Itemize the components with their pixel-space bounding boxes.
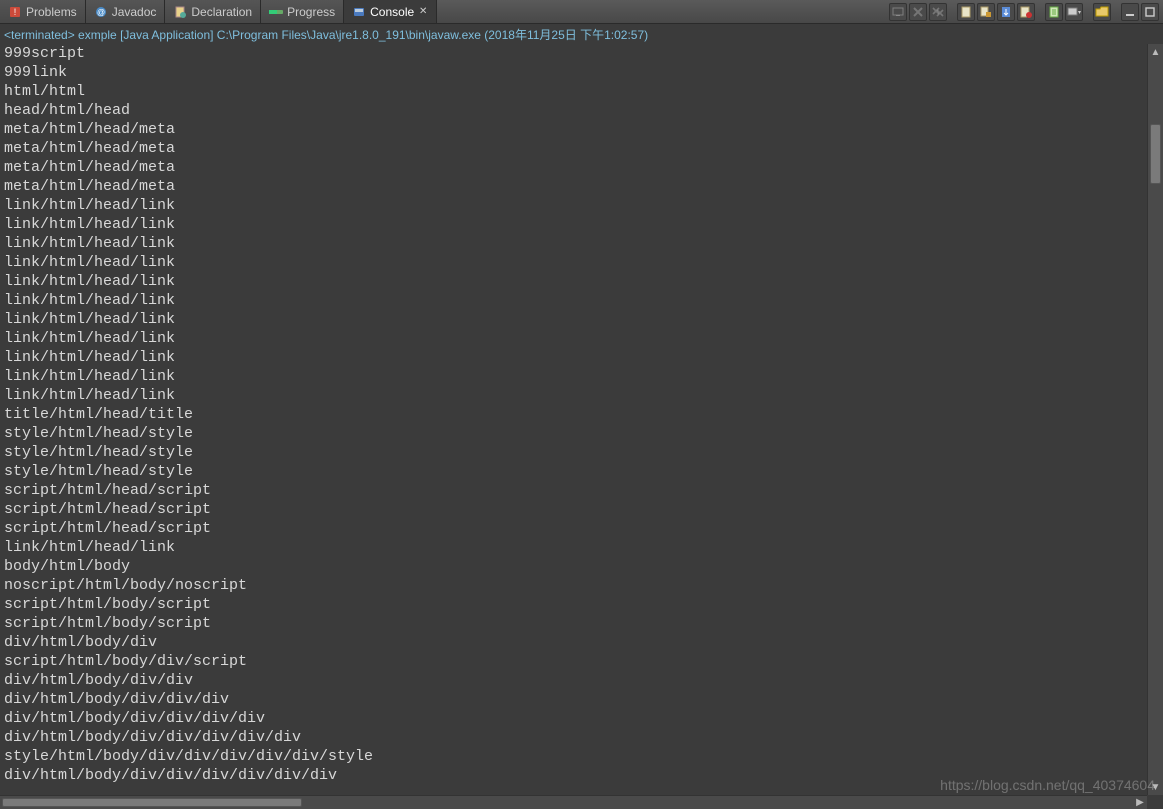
watermark-text: https://blog.csdn.net/qq_40374604	[940, 777, 1155, 793]
folder-icon[interactable]	[1093, 3, 1111, 21]
close-icon[interactable]: ✕	[418, 7, 428, 17]
tab-label: Javadoc	[112, 5, 157, 19]
doc-icon[interactable]	[957, 3, 975, 21]
display-dropdown-icon[interactable]	[1065, 3, 1083, 21]
doc-lock-icon[interactable]	[977, 3, 995, 21]
minimize-icon[interactable]	[1121, 3, 1139, 21]
tab-label: Progress	[287, 5, 335, 19]
scroll-icon[interactable]	[997, 3, 1015, 21]
doc-red-icon[interactable]	[1017, 3, 1035, 21]
tab-console[interactable]: Console ✕	[344, 0, 437, 23]
tab-label: Declaration	[191, 5, 252, 19]
vertical-scroll-thumb[interactable]	[1150, 124, 1161, 184]
screen-icon[interactable]	[889, 3, 907, 21]
console-toolbar	[889, 0, 1163, 23]
tab-javadoc[interactable]: @ Javadoc	[86, 0, 166, 23]
vertical-scrollbar[interactable]: ▲ ▼	[1147, 44, 1163, 795]
console-process-header: <terminated> exmple [Java Application] C…	[0, 24, 1163, 44]
console-viewport: 999script 999link html/html head/html/he…	[0, 44, 1163, 795]
tab-declaration[interactable]: Declaration	[165, 0, 261, 23]
horizontal-scroll-thumb[interactable]	[2, 798, 302, 807]
svg-text:@: @	[97, 8, 105, 17]
console-output[interactable]: 999script 999link html/html head/html/he…	[0, 44, 1163, 785]
remove-all-x-icon[interactable]	[929, 3, 947, 21]
horizontal-scrollbar[interactable]: ◀ ▶	[0, 795, 1147, 809]
remove-x-icon[interactable]	[909, 3, 927, 21]
tab-label: Console	[370, 5, 414, 19]
view-tabbar: ! Problems @ Javadoc Declaration Progres…	[0, 0, 1163, 24]
scroll-up-arrow[interactable]: ▲	[1148, 44, 1163, 60]
progress-icon	[269, 5, 283, 19]
svg-text:!: !	[14, 7, 17, 17]
problems-icon: !	[8, 5, 22, 19]
tab-progress[interactable]: Progress	[261, 0, 344, 23]
tab-label: Problems	[26, 5, 77, 19]
notepad-icon[interactable]	[1045, 3, 1063, 21]
scroll-right-arrow[interactable]: ▶	[1133, 796, 1147, 809]
declaration-icon	[173, 5, 187, 19]
javadoc-icon: @	[94, 5, 108, 19]
maximize-icon[interactable]	[1141, 3, 1159, 21]
console-icon	[352, 5, 366, 19]
tab-problems[interactable]: ! Problems	[0, 0, 86, 23]
